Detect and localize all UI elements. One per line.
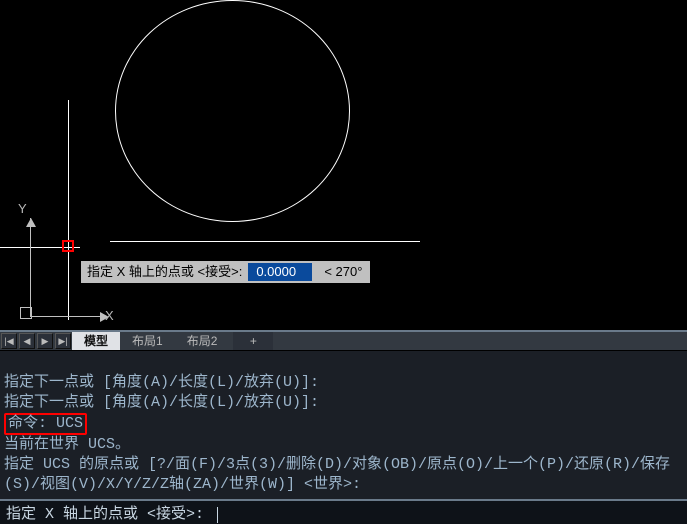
tab-layout2[interactable]: 布局2 [175,332,230,350]
tab-nav-last-button[interactable]: ▶| [55,333,71,349]
text-cursor [217,507,218,523]
dynamic-input-value[interactable]: 0.0000 [248,263,312,281]
command-history-line: 指定下一点或 [角度(A)/长度(L)/放弃(U)]: [4,394,319,411]
tab-model[interactable]: 模型 [72,332,120,350]
tab-nav-prev-button[interactable]: ◀ [19,333,35,349]
command-history[interactable]: 指定下一点或 [角度(A)/长度(L)/放弃(U)]: 指定下一点或 [角度(A… [0,351,687,501]
command-history-line: 指定下一点或 [角度(A)/长度(L)/放弃(U)]: [4,374,319,391]
ucs-x-label: X [105,308,114,323]
drawing-canvas[interactable]: Y X 指定 X 轴上的点或 <接受>: 0.0000 < 270° [0,0,687,332]
ucs-y-axis [30,218,31,316]
drawn-line [110,241,420,242]
ucs-x-axis [30,316,102,317]
command-line[interactable]: 指定 X 轴上的点或 <接受>: [0,501,687,524]
crosshair-vertical [68,100,69,320]
tab-add-button[interactable]: + [233,332,273,350]
arrow-up-icon [26,218,36,227]
drawn-circle [115,0,350,222]
tab-nav-first-button[interactable]: |◀ [1,333,17,349]
cursor-pickbox [62,240,74,252]
dynamic-input-prompt: 指定 X 轴上的点或 <接受>: [81,261,248,283]
command-line-prompt: 指定 X 轴上的点或 <接受>: [6,504,213,524]
dynamic-input-tooltip[interactable]: 指定 X 轴上的点或 <接受>: 0.0000 < 270° [81,261,370,283]
ucs-y-label: Y [18,201,27,216]
layout-tabbar: |◀ ◀ ▶ ▶| 模型 布局1 布局2 + [0,332,687,351]
arrow-right-icon [100,312,109,322]
command-history-line: 当前在世界 UCS。 [4,436,130,453]
tab-nav-next-button[interactable]: ▶ [37,333,53,349]
command-history-line: 指定 UCS 的原点或 [?/面(F)/3点(3)/删除(D)/对象(OB)/原… [4,456,670,493]
command-history-highlight: 命令: UCS [4,413,87,435]
ucs-origin-box [20,307,32,319]
tab-layout1[interactable]: 布局1 [120,332,175,350]
dynamic-input-angle: < 270° [316,261,370,283]
